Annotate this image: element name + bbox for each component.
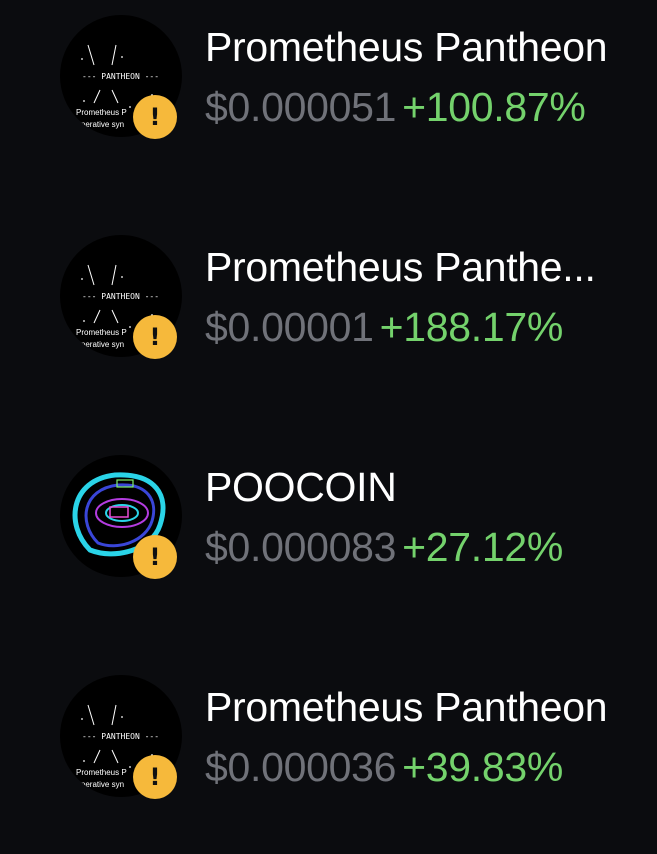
logo-text: Prometheus P bbox=[76, 328, 127, 337]
token-name: Prometheus Panthe... bbox=[205, 244, 596, 290]
token-row[interactable]: --- PANTHEON --- Prometheus P ooperative… bbox=[0, 15, 657, 165]
warning-icon[interactable]: ! bbox=[133, 535, 177, 579]
logo-text: --- PANTHEON --- bbox=[82, 292, 159, 301]
logo-text: Prometheus P bbox=[76, 108, 127, 117]
warning-icon[interactable]: ! bbox=[133, 315, 177, 359]
token-avatar: --- PANTHEON --- Prometheus P ooperative… bbox=[60, 235, 182, 359]
logo-text: Prometheus P bbox=[76, 768, 127, 777]
token-price: $0.000051 bbox=[205, 84, 397, 130]
logo-text: --- PANTHEON --- bbox=[82, 732, 159, 741]
token-name: POOCOIN bbox=[205, 464, 397, 510]
logo-text: ooperative syn bbox=[72, 340, 124, 349]
price-change: +39.83% bbox=[402, 744, 564, 790]
price-line: $0.000051 +100.87% bbox=[205, 83, 586, 131]
token-row[interactable]: --- PANTHEON --- Prometheus P ooperative… bbox=[0, 235, 657, 385]
token-row[interactable]: ! POOCOIN $0.000083 +27.12% bbox=[0, 455, 657, 605]
token-avatar: --- PANTHEON --- Prometheus P ooperative… bbox=[60, 15, 182, 139]
token-name: Prometheus Pantheon bbox=[205, 684, 608, 730]
price-change: +188.17% bbox=[379, 304, 564, 350]
logo-text: ooperative syn bbox=[72, 780, 124, 789]
token-price: $0.000036 bbox=[205, 744, 397, 790]
price-change: +27.12% bbox=[402, 524, 564, 570]
warning-icon[interactable]: ! bbox=[133, 95, 177, 139]
token-price: $0.000083 bbox=[205, 524, 397, 570]
price-line: $0.000083 +27.12% bbox=[205, 523, 563, 571]
token-price: $0.00001 bbox=[205, 304, 374, 350]
logo-text: --- PANTHEON --- bbox=[82, 72, 159, 81]
price-change: +100.87% bbox=[402, 84, 586, 130]
token-avatar: ! bbox=[60, 455, 182, 579]
token-list: --- PANTHEON --- Prometheus P ooperative… bbox=[0, 0, 657, 854]
logo-text: ooperative syn bbox=[72, 120, 124, 129]
warning-icon[interactable]: ! bbox=[133, 755, 177, 799]
token-row[interactable]: --- PANTHEON --- Prometheus P ooperative… bbox=[0, 675, 657, 825]
price-line: $0.000036 +39.83% bbox=[205, 743, 563, 791]
price-line: $0.00001 +188.17% bbox=[205, 303, 563, 351]
token-name: Prometheus Pantheon bbox=[205, 24, 608, 70]
token-avatar: --- PANTHEON --- Prometheus P ooperative… bbox=[60, 675, 182, 799]
